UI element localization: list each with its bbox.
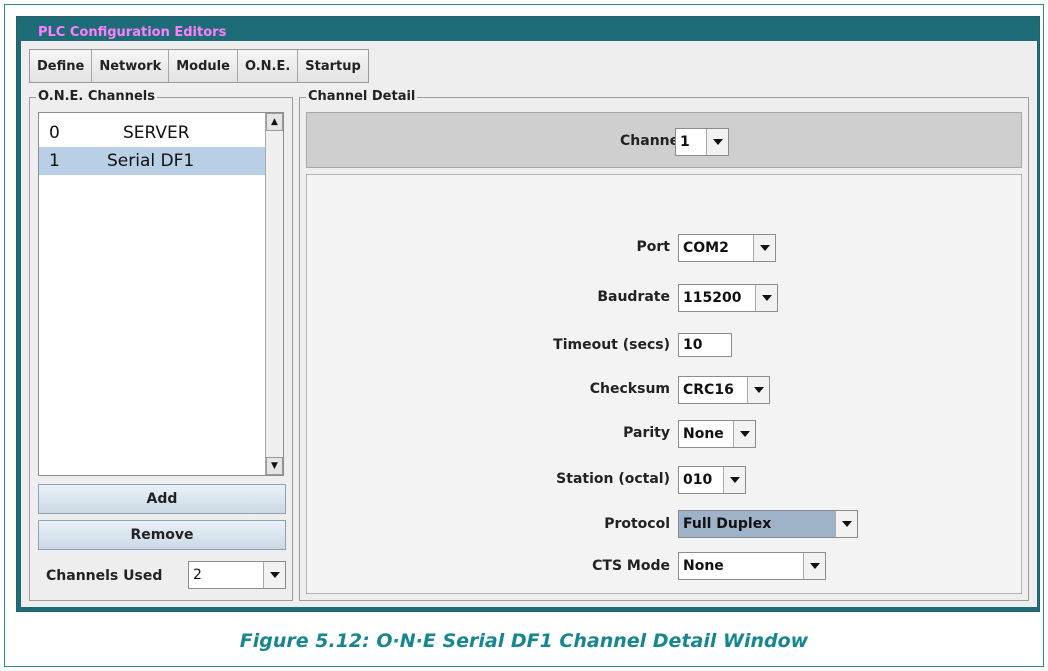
protocol-select[interactable]: Full Duplex <box>678 510 858 538</box>
list-item-serial-df1[interactable]: 1 Serial DF1 <box>39 147 265 175</box>
station-value: 010 <box>683 472 713 488</box>
channel-number: 0 <box>49 123 60 143</box>
cts-mode-label: CTS Mode <box>592 558 670 574</box>
port-label: Port <box>636 239 670 255</box>
cts-mode-select[interactable]: None <box>678 552 826 580</box>
channel-value: 1 <box>680 134 690 150</box>
channel-number: 1 <box>49 151 60 171</box>
timeout-input[interactable]: 10 <box>678 333 732 357</box>
channel-select[interactable]: 1 <box>675 128 729 156</box>
window-body: PLC Configuration Editors Define Network… <box>21 21 1037 607</box>
parity-label: Parity <box>623 425 670 441</box>
parity-select[interactable]: None <box>678 420 756 448</box>
window-title: PLC Configuration Editors <box>35 25 230 41</box>
scroll-down-icon[interactable]: ▼ <box>266 457 283 475</box>
channel-name: SERVER <box>123 123 190 143</box>
tab-one[interactable]: O.N.E. <box>237 50 299 82</box>
channels-used-label: Channels Used <box>46 568 163 584</box>
one-channels-title: O.N.E. Channels <box>36 89 157 105</box>
tab-module[interactable]: Module <box>169 50 238 82</box>
parity-value: None <box>683 426 724 442</box>
tab-network[interactable]: Network <box>92 50 170 82</box>
port-value: COM2 <box>683 240 729 256</box>
baudrate-label: Baudrate <box>597 289 670 305</box>
station-select[interactable]: 010 <box>678 466 746 494</box>
chevron-down-icon[interactable] <box>263 562 285 588</box>
baudrate-value: 115200 <box>683 290 742 306</box>
scroll-up-icon[interactable]: ▲ <box>266 113 283 131</box>
figure-caption: Figure 5.12: O·N·E Serial DF1 Channel De… <box>239 630 809 652</box>
chevron-down-icon[interactable] <box>835 511 857 537</box>
checksum-label: Checksum <box>589 381 670 397</box>
tab-startup[interactable]: Startup <box>298 50 368 82</box>
station-label: Station (octal) <box>556 471 670 487</box>
checksum-select[interactable]: CRC16 <box>678 376 770 404</box>
baudrate-select[interactable]: 115200 <box>678 284 778 312</box>
channels-used-select[interactable]: 2 <box>188 561 286 589</box>
timeout-label: Timeout (secs) <box>553 337 670 353</box>
cts-mode-value: None <box>683 558 724 574</box>
chevron-down-icon[interactable] <box>747 377 769 403</box>
list-item-server[interactable]: 0 SERVER <box>39 119 265 147</box>
editor-tabs: Define Network Module O.N.E. Startup <box>29 49 369 83</box>
add-channel-button[interactable]: Add <box>38 484 286 514</box>
remove-channel-button[interactable]: Remove <box>38 520 286 550</box>
chevron-down-icon[interactable] <box>755 285 777 311</box>
channel-detail-title: Channel Detail <box>306 89 418 105</box>
channel-list-scrollbar[interactable]: ▲ ▼ <box>265 113 283 475</box>
plc-config-window: PLC Configuration Editors Define Network… <box>16 16 1040 612</box>
protocol-label: Protocol <box>604 516 670 532</box>
channel-name: Serial DF1 <box>107 151 195 171</box>
channel-list[interactable]: 0 SERVER 1 Serial DF1 ▲ ▼ <box>38 112 284 476</box>
checksum-value: CRC16 <box>683 382 734 398</box>
chevron-down-icon[interactable] <box>753 235 775 261</box>
channel-detail-panel: Channel Detail Channel 1 Port COM2 Baudr… <box>299 89 1029 601</box>
channels-used-value: 2 <box>193 567 202 583</box>
tab-define[interactable]: Define <box>30 50 93 82</box>
chevron-down-icon[interactable] <box>733 421 755 447</box>
chevron-down-icon[interactable] <box>803 553 825 579</box>
port-select[interactable]: COM2 <box>678 234 776 262</box>
chevron-down-icon[interactable] <box>706 129 728 155</box>
protocol-value: Full Duplex <box>683 516 772 532</box>
one-channels-panel: O.N.E. Channels 0 SERVER 1 Serial DF1 ▲ … <box>29 89 293 601</box>
chevron-down-icon[interactable] <box>723 467 745 493</box>
